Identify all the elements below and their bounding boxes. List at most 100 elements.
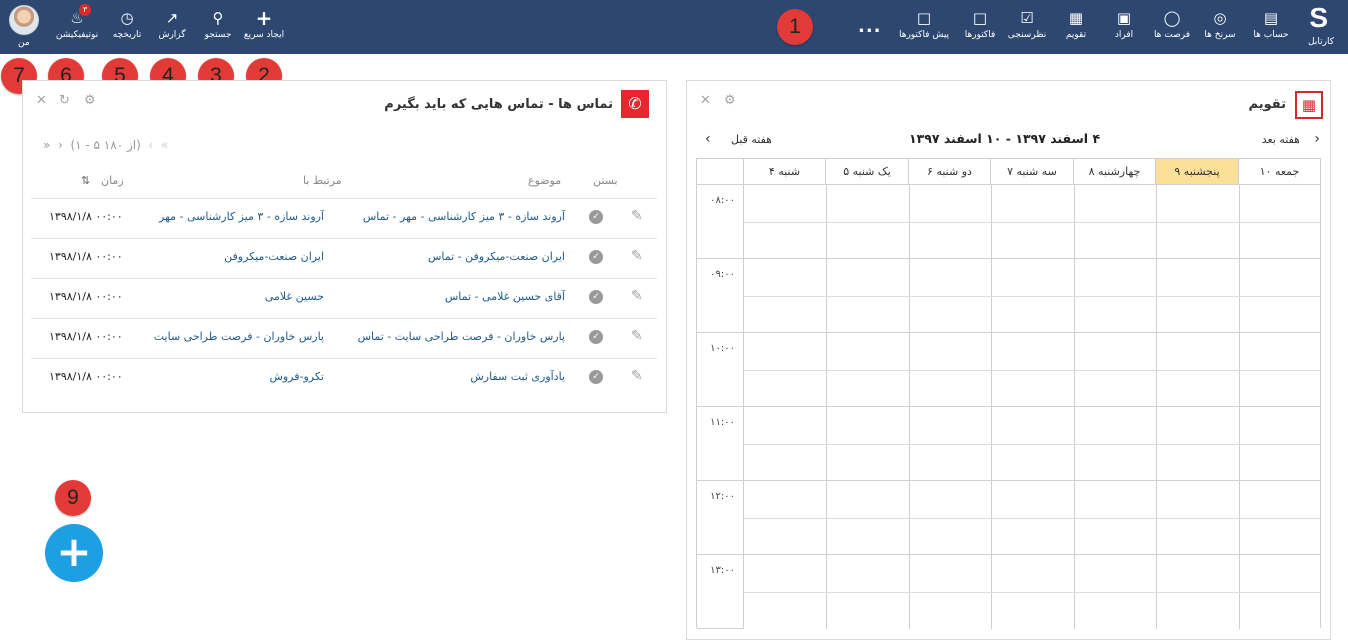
check-icon[interactable]: ✓ [589,330,603,344]
day-header-tuesday[interactable]: سه شنبه ۷ [991,159,1074,185]
col-subject[interactable]: موضوع [528,174,561,187]
nav-invoices[interactable]: □ فاکتورها [958,6,1002,50]
close-icon[interactable]: ✕ [700,93,711,108]
nav-proformas[interactable]: □ پیش فاکتورها [896,6,952,50]
close-icon[interactable]: ✕ [36,93,47,108]
row-related[interactable]: پارس خاوران - فرصت طراحی سایت [154,330,324,343]
column-divider [1239,185,1240,629]
notification-label: نوتیفیکیشن [55,30,99,40]
row-time: ۱۳۹۸/۱/۸ ۰۰:۰۰ [49,210,123,223]
report-button[interactable]: ↗ گزارش [150,6,194,50]
row-time: ۱۳۹۸/۱/۸ ۰۰:۰۰ [49,290,123,303]
history-label: تاریخچه [112,30,142,40]
phone-icon: ✆ [621,90,649,118]
history-button[interactable]: ◷ تاریخچه [104,6,150,50]
time-label: ۱۳:۰۰ [697,555,744,629]
refresh-icon[interactable]: ↻ [59,93,70,108]
me-label[interactable]: من [18,38,30,48]
table-row[interactable]: ✎ ✓ یادآوری ثبت سفارش تکرو-فروش ۱۳۹۸/۱/۸… [31,358,657,398]
edit-icon[interactable]: ✎ [631,288,643,304]
column-divider [909,185,910,629]
proforma-icon: □ [916,9,932,27]
day-header-monday[interactable]: دو شنبه ۶ [909,159,991,185]
table-row[interactable]: ✎ ✓ آقای حسین غلامی - تماس حسین غلامی ۱۳… [31,278,657,318]
row-subject[interactable]: آروند سازه - ۳ میز کارشناسی - مهر - تماس [363,210,565,223]
gear-icon[interactable]: ⚙ [724,93,736,108]
row-related[interactable]: حسین غلامی [265,290,324,303]
day-header-thursday[interactable]: پنجشنبه ۹ [1156,159,1239,185]
row-subject[interactable]: آقای حسین غلامی - تماس [445,290,565,303]
calls-panel-title: تماس ها - تماس هایی که باید بگیرم [384,97,613,112]
edit-icon[interactable]: ✎ [631,328,643,344]
gear-icon[interactable]: ⚙ [84,93,96,108]
half-hour-line [744,444,1321,445]
pagination: » › (۱ - ۵ از ۱۸۰) ‹ « [43,138,168,152]
prev-page-icon[interactable]: ‹ [148,138,153,152]
next-page-icon[interactable]: › [58,138,63,152]
time-label: ۱۱:۰۰ [697,407,744,481]
table-row[interactable]: ✎ ✓ آروند سازه - ۳ میز کارشناسی - مهر - … [31,198,657,238]
table-row[interactable]: ✎ ✓ ایران صنعت-میکروفن - تماس ایران صنعت… [31,238,657,278]
column-divider [991,185,992,629]
quick-create-button[interactable]: + ایجاد سریع [240,6,288,50]
col-related[interactable]: مرتبط با [303,174,342,187]
time-label: ۱۲:۰۰ [697,481,744,555]
nav-opportunities-label: فرصت ها [1153,30,1191,40]
nav-accounts-label: حساب ها [1253,30,1289,40]
nav-calendar-label: تقویم [1065,30,1087,40]
dashboard-label[interactable]: کارتابل [1308,37,1334,47]
time-label: ۰۹:۰۰ [697,259,744,333]
chevron-right-icon[interactable]: › [705,131,711,147]
col-time[interactable]: زمان [101,174,124,187]
edit-icon[interactable]: ✎ [631,248,643,264]
next-week-button[interactable]: هفته بعد [1262,133,1300,146]
last-page-icon[interactable]: » [43,138,50,152]
report-label: گزارش [158,30,186,40]
more-menu-icon[interactable]: ... [858,16,882,37]
chevron-left-icon[interactable]: ‹ [1314,131,1320,147]
invoice-icon: □ [972,9,988,27]
nav-accounts[interactable]: ▤ حساب ها [1248,6,1294,50]
nav-surveys[interactable]: ☑ نظرسنجی [1004,6,1050,50]
nav-opportunities[interactable]: ◯ فرصت ها [1150,6,1194,50]
search-button[interactable]: ⚲ جستجو [196,6,240,50]
notification-button[interactable]: ♨ ۳ نوتیفیکیشن [50,4,104,50]
row-subject[interactable]: پارس خاوران - فرصت طراحی سایت - تماس [358,330,565,343]
hour-line [697,258,1321,259]
app-logo[interactable]: S [1309,2,1328,34]
first-page-icon[interactable]: « [161,138,168,152]
row-subject[interactable]: یادآوری ثبت سفارش [470,370,565,383]
row-subject[interactable]: ایران صنعت-میکروفن - تماس [428,250,565,263]
check-icon[interactable]: ✓ [589,250,603,264]
edit-icon[interactable]: ✎ [631,368,643,384]
user-avatar[interactable] [9,5,39,35]
nav-people[interactable]: ▣ افراد [1104,6,1144,50]
callout-9: 9 [55,480,91,516]
top-navbar: S کارتابل ▤ حساب ها ◎ سرنخ ها ◯ فرصت ها … [0,0,1348,54]
sort-icon[interactable]: ⇅ [81,174,90,187]
day-header-saturday[interactable]: شنبه ۴ [744,159,826,185]
week-grid: جمعه ۱۰ پنجشنبه ۹ چهارشنبه ۸ سه شنبه ۷ د… [696,158,1321,629]
col-close: بستن [593,174,618,187]
row-related[interactable]: آروند سازه - ۳ میز کارشناسی - مهر [159,210,324,223]
check-icon[interactable]: ✓ [589,210,603,224]
day-header-friday[interactable]: جمعه ۱۰ [1239,159,1321,185]
prev-week-button[interactable]: هفته قبل [731,133,772,146]
day-header-wednesday[interactable]: چهارشنبه ۸ [1074,159,1156,185]
add-button[interactable]: + [45,524,103,582]
day-header-sunday[interactable]: یک شنبه ۵ [826,159,909,185]
row-related[interactable]: ایران صنعت-میکروفن [224,250,324,263]
nav-leads-label: سرنخ ها [1204,30,1236,40]
check-icon[interactable]: ✓ [589,290,603,304]
edit-icon[interactable]: ✎ [631,208,643,224]
half-hour-line [744,592,1321,593]
week-range: ۴ اسفند ۱۳۹۷ - ۱۰ اسفند ۱۳۹۷ [909,131,1101,146]
row-related[interactable]: تکرو-فروش [269,370,324,383]
nav-calendar[interactable]: ▦ تقویم [1054,6,1098,50]
hour-line [697,480,1321,481]
column-divider [1156,185,1157,629]
check-icon[interactable]: ✓ [589,370,603,384]
chart-icon: ↗ [165,9,179,27]
table-row[interactable]: ✎ ✓ پارس خاوران - فرصت طراحی سایت - تماس… [31,318,657,358]
nav-leads[interactable]: ◎ سرنخ ها [1198,6,1242,50]
